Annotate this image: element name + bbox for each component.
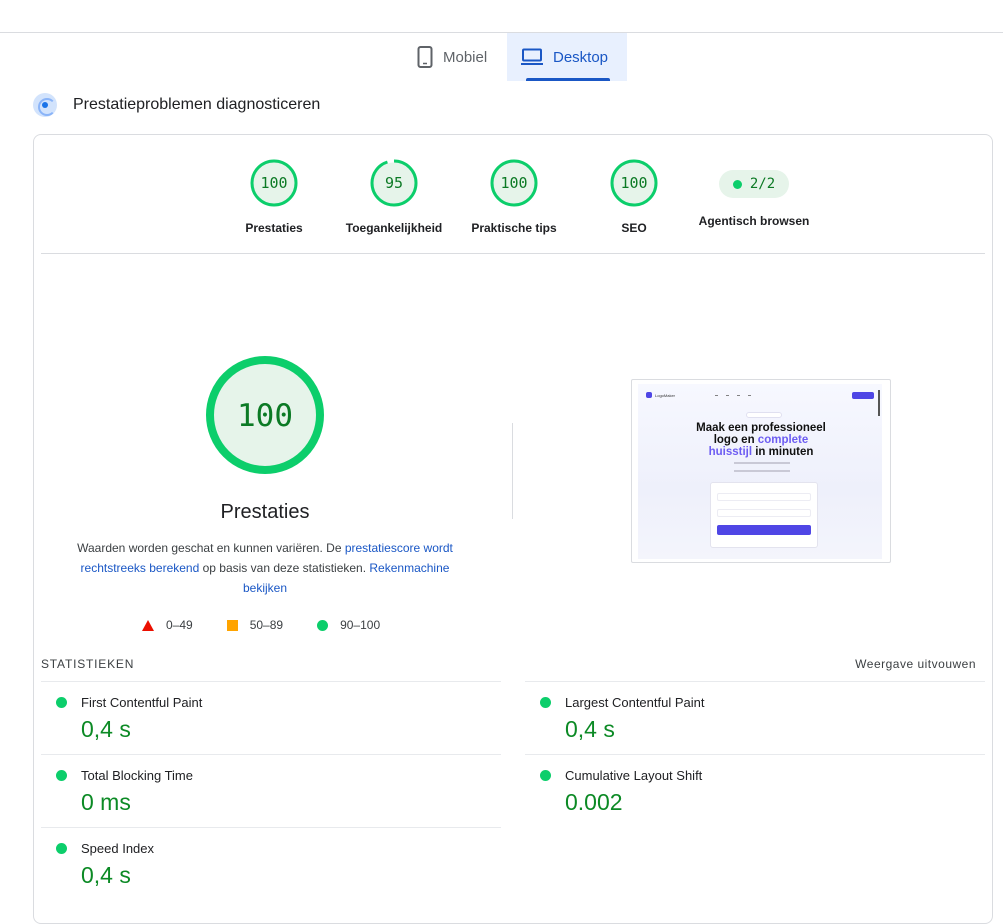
thumbnail-field <box>717 509 811 517</box>
gauge-divider <box>41 253 985 254</box>
metric-name: Cumulative Layout Shift <box>565 768 703 783</box>
diagnose-title: Prestatieproblemen diagnosticeren <box>73 96 321 113</box>
pass-dot-icon <box>732 179 742 189</box>
thumbnail-headline-line: logo en <box>713 434 758 446</box>
metric-lcp: Largest Contentful Paint 0,4 s <box>525 681 985 754</box>
metric-value: 0.002 <box>565 789 623 815</box>
legend-pass: 90–100 <box>317 618 380 632</box>
pass-dot-icon <box>540 697 551 708</box>
performance-title: Prestaties <box>220 501 310 523</box>
gauge-agentisch-browsen[interactable]: 2/2 Agentisch browsen <box>689 159 819 228</box>
average-square-icon <box>226 619 238 631</box>
performance-description: Waarden worden geschat en kunnen variëre… <box>74 538 456 598</box>
legend-label: 90–100 <box>340 618 381 632</box>
thumbnail-logo-icon <box>646 392 652 398</box>
diagnose-header: Prestatieproblemen diagnosticeren <box>33 93 320 117</box>
fail-triangle-icon <box>142 619 154 631</box>
metric-value: 0,4 s <box>81 862 131 888</box>
desc-text: op basis van deze statistieken. <box>199 561 370 575</box>
gauge-score: 100 <box>260 174 287 192</box>
gauge-ring: 100 <box>610 159 658 207</box>
metric-name: Total Blocking Time <box>81 768 193 783</box>
thumbnail-accent: complete <box>757 434 809 446</box>
metric-value: 0,4 s <box>565 716 615 742</box>
gauge-label: Toegankelijkheid <box>345 221 443 235</box>
thumbnail-button <box>717 525 811 535</box>
thumbnail-headline-line: Maak een professioneel <box>696 422 826 434</box>
thumbnail-field <box>717 493 811 501</box>
thumbnail-page: LogoMaker ▬ ▬ ▬ ▬ Maak een professioneel lo… <box>638 384 882 559</box>
gauge-score: 95 <box>385 174 403 192</box>
gauge-ring: 95 <box>370 159 418 207</box>
pass-dot-icon <box>56 697 67 708</box>
thumbnail-brand: LogoMaker <box>655 392 676 398</box>
agentic-pill: 2/2 <box>719 170 789 198</box>
desc-text: Waarden worden geschat en kunnen variëre… <box>77 541 345 555</box>
tab-mobiel-label: Mobiel <box>443 48 488 66</box>
pass-dot-icon <box>540 770 551 781</box>
metric-value: 0 ms <box>81 789 131 815</box>
thumbnail-form <box>710 482 818 548</box>
performance-gauge: 100 <box>206 356 324 474</box>
vertical-divider <box>512 423 513 519</box>
gauge-ring: 100 <box>490 159 538 207</box>
metric-name: Largest Contentful Paint <box>565 695 705 710</box>
diagnose-icon <box>33 93 57 117</box>
agentic-score: 2/2 <box>749 176 776 192</box>
thumbnail-badge <box>746 412 782 418</box>
gauge-prestaties[interactable]: 100 Prestaties <box>209 159 339 235</box>
thumbnail-links: ▬ ▬ ▬ ▬ <box>715 393 752 397</box>
legend-label: 50–89 <box>249 618 284 632</box>
gauge-seo[interactable]: 100 SEO <box>569 159 699 235</box>
thumbnail-headline: Maak een professioneel logo en complete … <box>668 422 854 458</box>
legend-average: 50–89 <box>226 618 284 632</box>
gauge-label: Prestaties <box>245 221 303 235</box>
tab-desktop[interactable]: Desktop <box>507 33 627 81</box>
legend-fail: 0–49 <box>142 618 193 632</box>
expand-view-button[interactable]: Weergave uitvouwen <box>855 657 976 671</box>
gauge-label: Agentisch browsen <box>698 214 810 228</box>
pass-dot-icon <box>56 843 67 854</box>
thumbnail-headline-line: in minuten <box>752 446 814 458</box>
device-tabs: Mobiel Desktop <box>403 33 627 81</box>
performance-score: 100 <box>237 398 293 434</box>
page-screenshot-thumbnail[interactable]: LogoMaker ▬ ▬ ▬ ▬ Maak een professioneel lo… <box>631 379 891 563</box>
metric-name: First Contentful Paint <box>81 695 203 710</box>
tab-desktop-label: Desktop <box>553 48 609 66</box>
phone-icon <box>417 46 433 68</box>
statistics-heading: STATISTIEKEN <box>41 657 135 671</box>
thumbnail-cta <box>852 391 874 399</box>
thumbnail-accent: huisstijl <box>708 446 753 458</box>
thumbnail-nav: LogoMaker ▬ ▬ ▬ ▬ <box>646 390 874 400</box>
metric-si: Speed Index 0,4 s <box>41 827 501 900</box>
gauge-toegankelijkheid[interactable]: 95 Toegankelijkheid <box>329 159 459 235</box>
tab-mobiel[interactable]: Mobiel <box>403 33 507 81</box>
gauge-label: SEO <box>621 221 647 235</box>
metric-tbt: Total Blocking Time 0 ms <box>41 754 501 827</box>
gauge-label: Praktische tips <box>471 221 557 235</box>
report-card: 100 Prestaties 95 Toegankelijkheid 100 P… <box>33 134 993 924</box>
metric-fcp: First Contentful Paint 0,4 s <box>41 681 501 754</box>
metric-divider <box>41 827 501 828</box>
metric-name: Speed Index <box>81 841 155 856</box>
score-legend: 0–49 50–89 90–100 <box>142 618 380 632</box>
gauge-score: 100 <box>500 174 527 192</box>
metric-cls: Cumulative Layout Shift 0.002 <box>525 754 985 827</box>
metric-value: 0,4 s <box>81 716 131 742</box>
gauge-ring: 100 <box>250 159 298 207</box>
category-gauges: 100 Prestaties 95 Toegankelijkheid 100 P… <box>34 159 992 235</box>
gauge-praktische-tips[interactable]: 100 Praktische tips <box>449 159 579 235</box>
pass-dot-icon <box>56 770 67 781</box>
pass-circle-icon <box>317 619 329 631</box>
gauge-score: 100 <box>620 174 647 192</box>
legend-label: 0–49 <box>166 618 193 632</box>
thumbnail-subtext <box>734 462 790 472</box>
thumbnail-scrollbar <box>878 390 880 416</box>
laptop-icon <box>521 48 543 65</box>
